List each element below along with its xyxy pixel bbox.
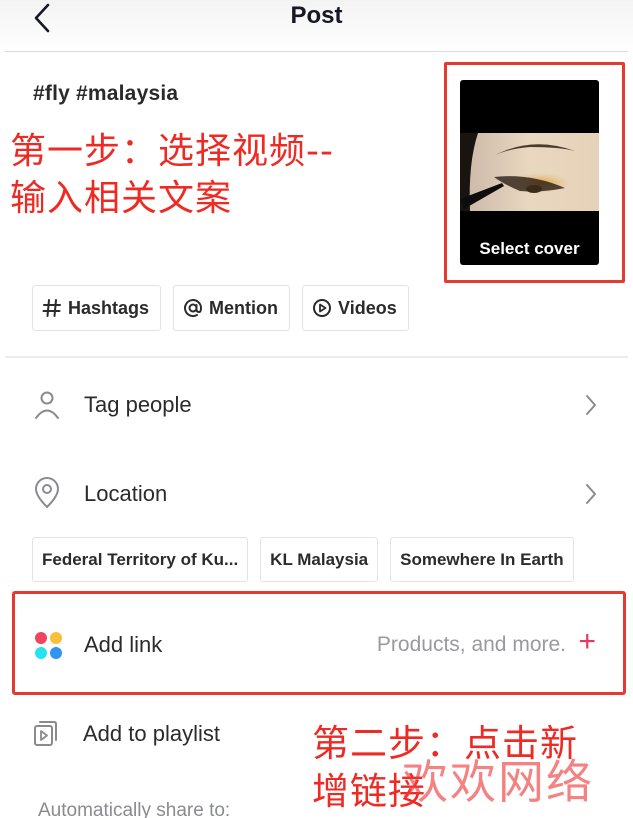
at-icon: [183, 298, 203, 318]
videos-chip[interactable]: Videos: [302, 285, 409, 331]
videos-chip-label: Videos: [338, 297, 397, 318]
dot-cyan: [35, 647, 47, 659]
section-divider: [5, 356, 628, 358]
hash-icon: [42, 298, 62, 318]
dot-blue: [50, 647, 62, 659]
person-icon: [35, 391, 59, 419]
cover-thumbnail-image: [460, 133, 599, 211]
auto-share-label: Automatically share to:: [38, 800, 231, 818]
hashtags-chip[interactable]: Hashtags: [32, 285, 162, 331]
watermark-text: 欢欢网络: [402, 755, 594, 809]
dot-red: [35, 632, 47, 644]
location-suggestion-chip[interactable]: KL Malaysia: [260, 537, 379, 582]
step-1-line-2: 输入相关文案: [10, 178, 233, 219]
location-row[interactable]: Location: [0, 464, 633, 524]
tag-people-label: Tag people: [84, 392, 192, 417]
chevron-right-icon: [586, 395, 596, 415]
step-1-line-1: 第一步：选择视频--: [10, 131, 334, 172]
chevron-right-icon: [586, 484, 596, 504]
playlist-icon: [34, 721, 57, 746]
mention-chip-label: Mention: [209, 297, 279, 318]
caption-chip-row: Hashtags Mention Videos: [32, 285, 409, 331]
header-divider: [5, 51, 628, 52]
location-label: Location: [84, 481, 168, 506]
mention-chip[interactable]: Mention: [173, 285, 291, 331]
hashtags-chip-label: Hashtags: [68, 297, 150, 318]
location-suggestion-chip[interactable]: Somewhere In Earth: [390, 537, 574, 582]
add-to-playlist-label: Add to playlist: [83, 721, 220, 746]
add-link-label: Add link: [84, 632, 163, 657]
play-circle-icon: [312, 298, 332, 318]
add-link-dots-icon: [35, 632, 63, 660]
page-title: Post: [290, 2, 343, 29]
caption-input[interactable]: #fly #malaysia: [33, 82, 178, 106]
select-cover-button[interactable]: Select cover: [460, 80, 599, 265]
select-cover-label: Select cover: [479, 239, 580, 258]
location-pin-icon: [35, 477, 59, 508]
step-1-annotation: 第一步：选择视频-- 输入相关文案: [10, 128, 420, 222]
tag-people-row[interactable]: Tag people: [0, 375, 633, 435]
dot-yellow: [50, 632, 62, 644]
header-bar: Post: [0, 0, 633, 52]
location-suggestion-chip[interactable]: Federal Territory of Ku...: [32, 537, 249, 582]
plus-icon[interactable]: +: [578, 627, 596, 657]
add-link-row[interactable]: Add link Products, and more. +: [15, 596, 623, 691]
location-suggestions: Federal Territory of Ku... KL Malaysia S…: [32, 537, 574, 582]
add-link-hint: Products, and more.: [376, 633, 566, 656]
